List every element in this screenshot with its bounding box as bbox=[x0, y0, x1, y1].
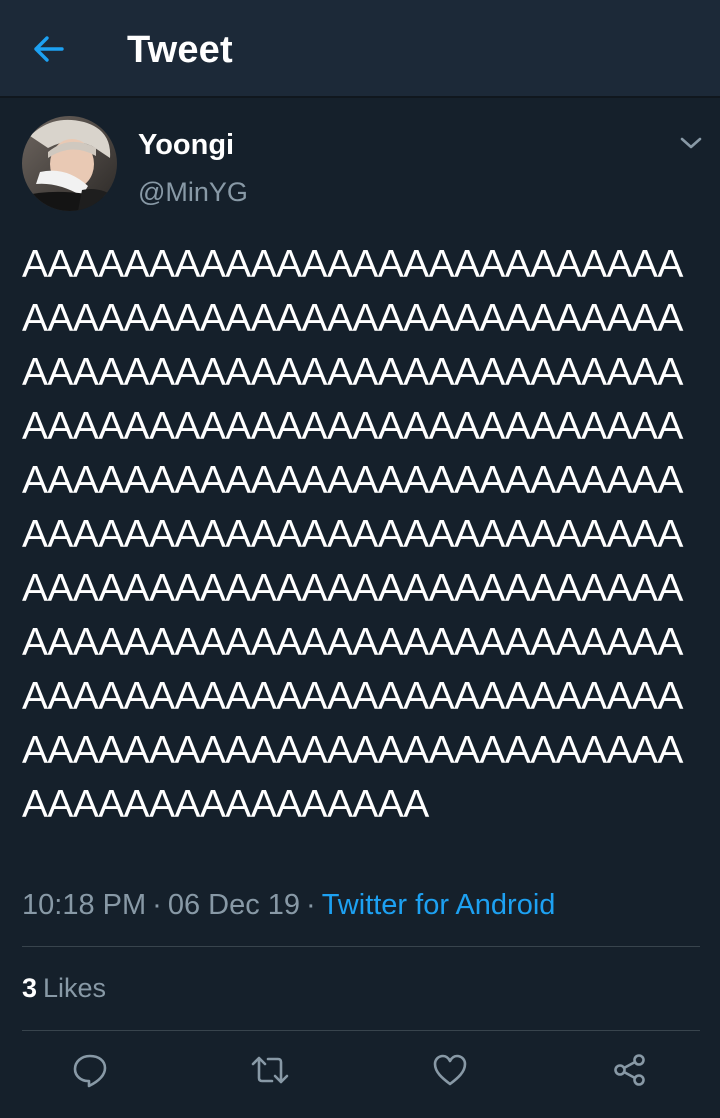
share-icon bbox=[614, 1054, 645, 1086]
likes-count-link[interactable]: 3 Likes bbox=[22, 970, 106, 1006]
arrow-left-icon bbox=[34, 36, 64, 62]
page-title: Tweet bbox=[127, 29, 233, 71]
retweet-button[interactable] bbox=[250, 1050, 290, 1090]
chevron-down-icon bbox=[680, 137, 702, 149]
tweet-text: AAAAAAAAAAAAAAAAAAAAAAAAAAAAAAAAAAAAAAAA… bbox=[22, 243, 683, 826]
meta-separator: · bbox=[306, 889, 316, 921]
share-button[interactable] bbox=[610, 1050, 650, 1090]
reply-button[interactable] bbox=[70, 1050, 110, 1090]
retweet-icon bbox=[251, 1056, 289, 1084]
tweet-time: 10:18 PM bbox=[22, 889, 147, 921]
divider bbox=[22, 1030, 700, 1031]
author-handle[interactable]: @MinYG bbox=[138, 175, 248, 209]
likes-label: Likes bbox=[43, 973, 107, 1003]
tweet-options-button[interactable] bbox=[676, 130, 706, 156]
top-bar: Tweet bbox=[0, 0, 720, 98]
divider bbox=[22, 946, 700, 947]
heart-icon bbox=[433, 1054, 467, 1086]
tweet-meta: 10:18 PM · 06 Dec 19 · Twitter for Android bbox=[22, 885, 555, 925]
back-button[interactable] bbox=[28, 28, 70, 70]
avatar-photo bbox=[22, 116, 117, 211]
avatar[interactable] bbox=[22, 116, 117, 211]
reply-icon bbox=[73, 1054, 107, 1088]
tweet-date: 06 Dec 19 bbox=[167, 889, 301, 921]
author-display-name[interactable]: Yoongi bbox=[138, 127, 234, 163]
tweet-source-link[interactable]: Twitter for Android bbox=[322, 889, 556, 921]
meta-separator: · bbox=[152, 889, 162, 921]
like-button[interactable] bbox=[430, 1050, 470, 1090]
likes-count: 3 bbox=[22, 973, 38, 1003]
